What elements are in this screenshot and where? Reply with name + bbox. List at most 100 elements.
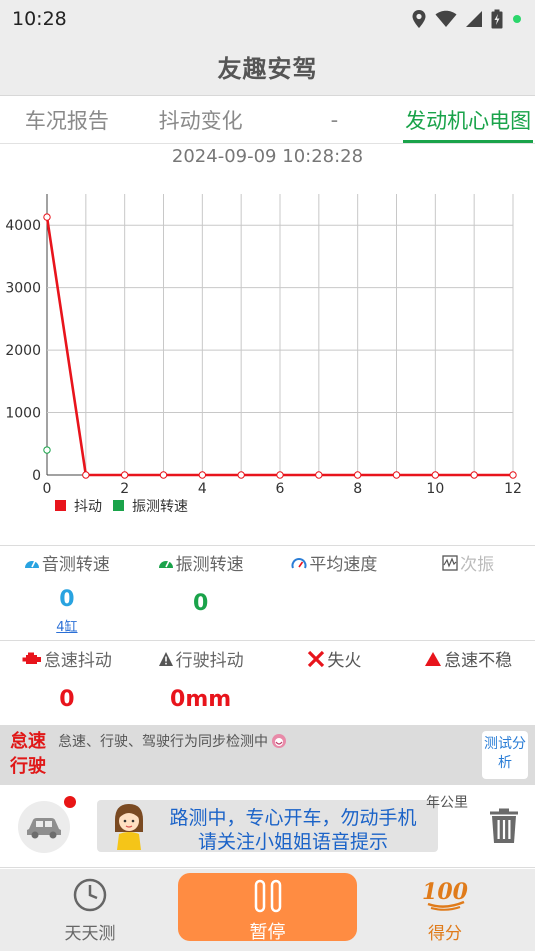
metric-idle-unstable[interactable]: 怠速不稳 bbox=[401, 642, 535, 724]
test-analysis-button[interactable]: 测试分析 bbox=[482, 731, 528, 779]
y-tick-label: 1000 bbox=[5, 406, 41, 422]
speedometer-icon bbox=[291, 557, 307, 568]
wifi-icon bbox=[435, 10, 457, 27]
tab-placeholder[interactable]: - bbox=[268, 96, 402, 143]
nav-daily-test-label: 天天测 bbox=[64, 924, 116, 944]
metric-driving-shake-value: 0mm bbox=[170, 687, 232, 712]
data-point bbox=[43, 213, 51, 221]
distance-unit: 年公里 bbox=[426, 795, 468, 811]
metrics-row-rpm: 音测转速 0 4缸 振测转速 0 平均速度 次振 bbox=[0, 545, 535, 641]
car-button[interactable] bbox=[18, 801, 70, 853]
x-tick-label: 6 bbox=[276, 481, 285, 497]
gauge-icon bbox=[158, 560, 173, 568]
data-point bbox=[276, 471, 284, 479]
metric-idle-shake-value: 0 bbox=[59, 687, 75, 712]
wave-icon bbox=[442, 554, 458, 571]
chart-svg: 0 1000 2000 3000 4000 0 2 4 6 8 10 12 抖动 振测转速 bbox=[5, 194, 522, 515]
metric-misfire[interactable]: 失火 bbox=[268, 642, 402, 724]
metric-misfire-label: 失火 bbox=[327, 651, 362, 671]
metric-average-speed[interactable]: 平均速度 bbox=[268, 546, 402, 640]
legend-swatch bbox=[113, 500, 124, 511]
battery-icon bbox=[491, 9, 503, 29]
metric-vibration-rpm[interactable]: 振测转速 0 bbox=[134, 546, 268, 640]
status-bar: 10:28 bbox=[0, 0, 535, 38]
metric-audio-rpm-label: 音测转速 bbox=[41, 555, 110, 575]
triangle-icon bbox=[425, 651, 442, 666]
metric-audio-rpm-value: 0 bbox=[59, 587, 75, 612]
metrics-row-faults: 怠速抖动 0 行驶抖动 0mm 失火 怠速不稳 bbox=[0, 642, 535, 724]
banner-message: 怠速、行驶、驾驶行为同步检测中 bbox=[58, 734, 268, 750]
tab-engine-ecg[interactable]: 发动机心电图 bbox=[401, 96, 535, 143]
signal-icon bbox=[466, 11, 482, 27]
gauge-icon bbox=[24, 560, 39, 568]
smiley-icon bbox=[272, 734, 286, 748]
metric-average-speed-label: 平均速度 bbox=[309, 555, 378, 575]
data-point bbox=[470, 471, 478, 479]
data-point bbox=[509, 471, 517, 479]
status-icons bbox=[411, 9, 523, 29]
location-icon bbox=[412, 10, 426, 28]
notification-dot-icon bbox=[513, 15, 521, 23]
metric-audio-rpm[interactable]: 音测转速 0 4缸 bbox=[0, 546, 134, 640]
tab-bar: 车况报告 抖动变化 - 发动机心电图 bbox=[0, 96, 535, 144]
metric-idle-unstable-label: 怠速不稳 bbox=[444, 651, 513, 671]
trash-icon[interactable] bbox=[489, 808, 519, 844]
assistant-girl-icon bbox=[115, 804, 143, 850]
data-point bbox=[159, 471, 168, 479]
legend-label: 抖动 bbox=[74, 499, 102, 515]
tab-vehicle-report[interactable]: 车况报告 bbox=[0, 96, 134, 143]
y-tick-label: 2000 bbox=[5, 343, 41, 359]
clock-icon bbox=[73, 878, 107, 912]
metric-vibration-rpm-label: 振测转速 bbox=[175, 555, 244, 575]
warning-icon bbox=[158, 651, 173, 666]
engine-icon bbox=[22, 652, 41, 664]
y-tick-label: 3000 bbox=[5, 281, 41, 297]
banner-tag: 怠速行驶 bbox=[10, 731, 46, 777]
metric-idle-shake-label: 怠速抖动 bbox=[43, 651, 112, 671]
notice-line-2: 请关注小姐姐语音提示 bbox=[197, 831, 388, 853]
x-tick-label: 10 bbox=[426, 481, 444, 497]
pause-button[interactable]: 暂停 bbox=[178, 873, 357, 943]
cylinder-link[interactable]: 4缸 bbox=[56, 616, 77, 635]
cross-icon bbox=[308, 650, 325, 667]
score-badge: 100 bbox=[422, 879, 468, 905]
metric-driving-shake-label: 行驶抖动 bbox=[175, 651, 244, 671]
pause-icon bbox=[254, 879, 281, 913]
voice-notice: 路测中，专心开车，勿动手机 请关注小姐姐语音提示 bbox=[97, 800, 438, 853]
x-tick-label: 2 bbox=[120, 481, 129, 497]
status-time: 10:28 bbox=[12, 8, 67, 30]
y-tick-label: 0 bbox=[32, 468, 41, 484]
detection-banner: 怠速行驶 怠速、行驶、驾驶行为同步检测中 测试分析 bbox=[0, 725, 535, 785]
x-tick-label: 0 bbox=[43, 481, 52, 497]
metric-driving-shake[interactable]: 行驶抖动 0mm bbox=[134, 642, 268, 724]
data-point bbox=[237, 471, 245, 479]
nav-score[interactable]: 100 得分 bbox=[400, 877, 490, 944]
data-point bbox=[120, 471, 129, 479]
metric-secondary-vibration-label: 次振 bbox=[460, 555, 495, 575]
tab-vibration-change[interactable]: 抖动变化 bbox=[134, 96, 268, 143]
car-icon bbox=[27, 818, 61, 839]
data-point bbox=[198, 471, 207, 479]
score-100-icon: 100 bbox=[422, 879, 469, 911]
x-tick-label: 8 bbox=[353, 481, 362, 497]
recording-dot bbox=[64, 796, 76, 808]
bottom-nav: 天天测 暂停 100 得分 bbox=[0, 869, 535, 951]
data-point bbox=[82, 471, 90, 479]
nav-score-label: 得分 bbox=[428, 924, 462, 944]
app-header: 友趣安驾 bbox=[0, 38, 535, 96]
data-point bbox=[353, 471, 362, 479]
metric-secondary-vibration[interactable]: 次振 bbox=[401, 546, 535, 640]
notice-line-1: 路测中，专心开车，勿动手机 bbox=[169, 807, 417, 829]
legend-swatch bbox=[55, 500, 66, 511]
metric-idle-shake[interactable]: 怠速抖动 0 bbox=[0, 642, 134, 724]
nav-daily-test[interactable]: 天天测 bbox=[40, 877, 140, 944]
data-point bbox=[392, 471, 401, 479]
record-timestamp: 2024-09-09 10:28:28 bbox=[171, 146, 364, 167]
x-tick-label: 4 bbox=[198, 481, 207, 497]
pause-button-label: 暂停 bbox=[249, 922, 286, 943]
y-tick-label: 4000 bbox=[5, 218, 41, 234]
legend-label: 振测转速 bbox=[132, 499, 188, 515]
drive-status-bar: 路测中，专心开车，勿动手机 请关注小姐姐语音提示 年公里 bbox=[0, 786, 535, 868]
metric-vibration-rpm-value: 0 bbox=[192, 591, 209, 616]
data-point bbox=[43, 446, 51, 454]
